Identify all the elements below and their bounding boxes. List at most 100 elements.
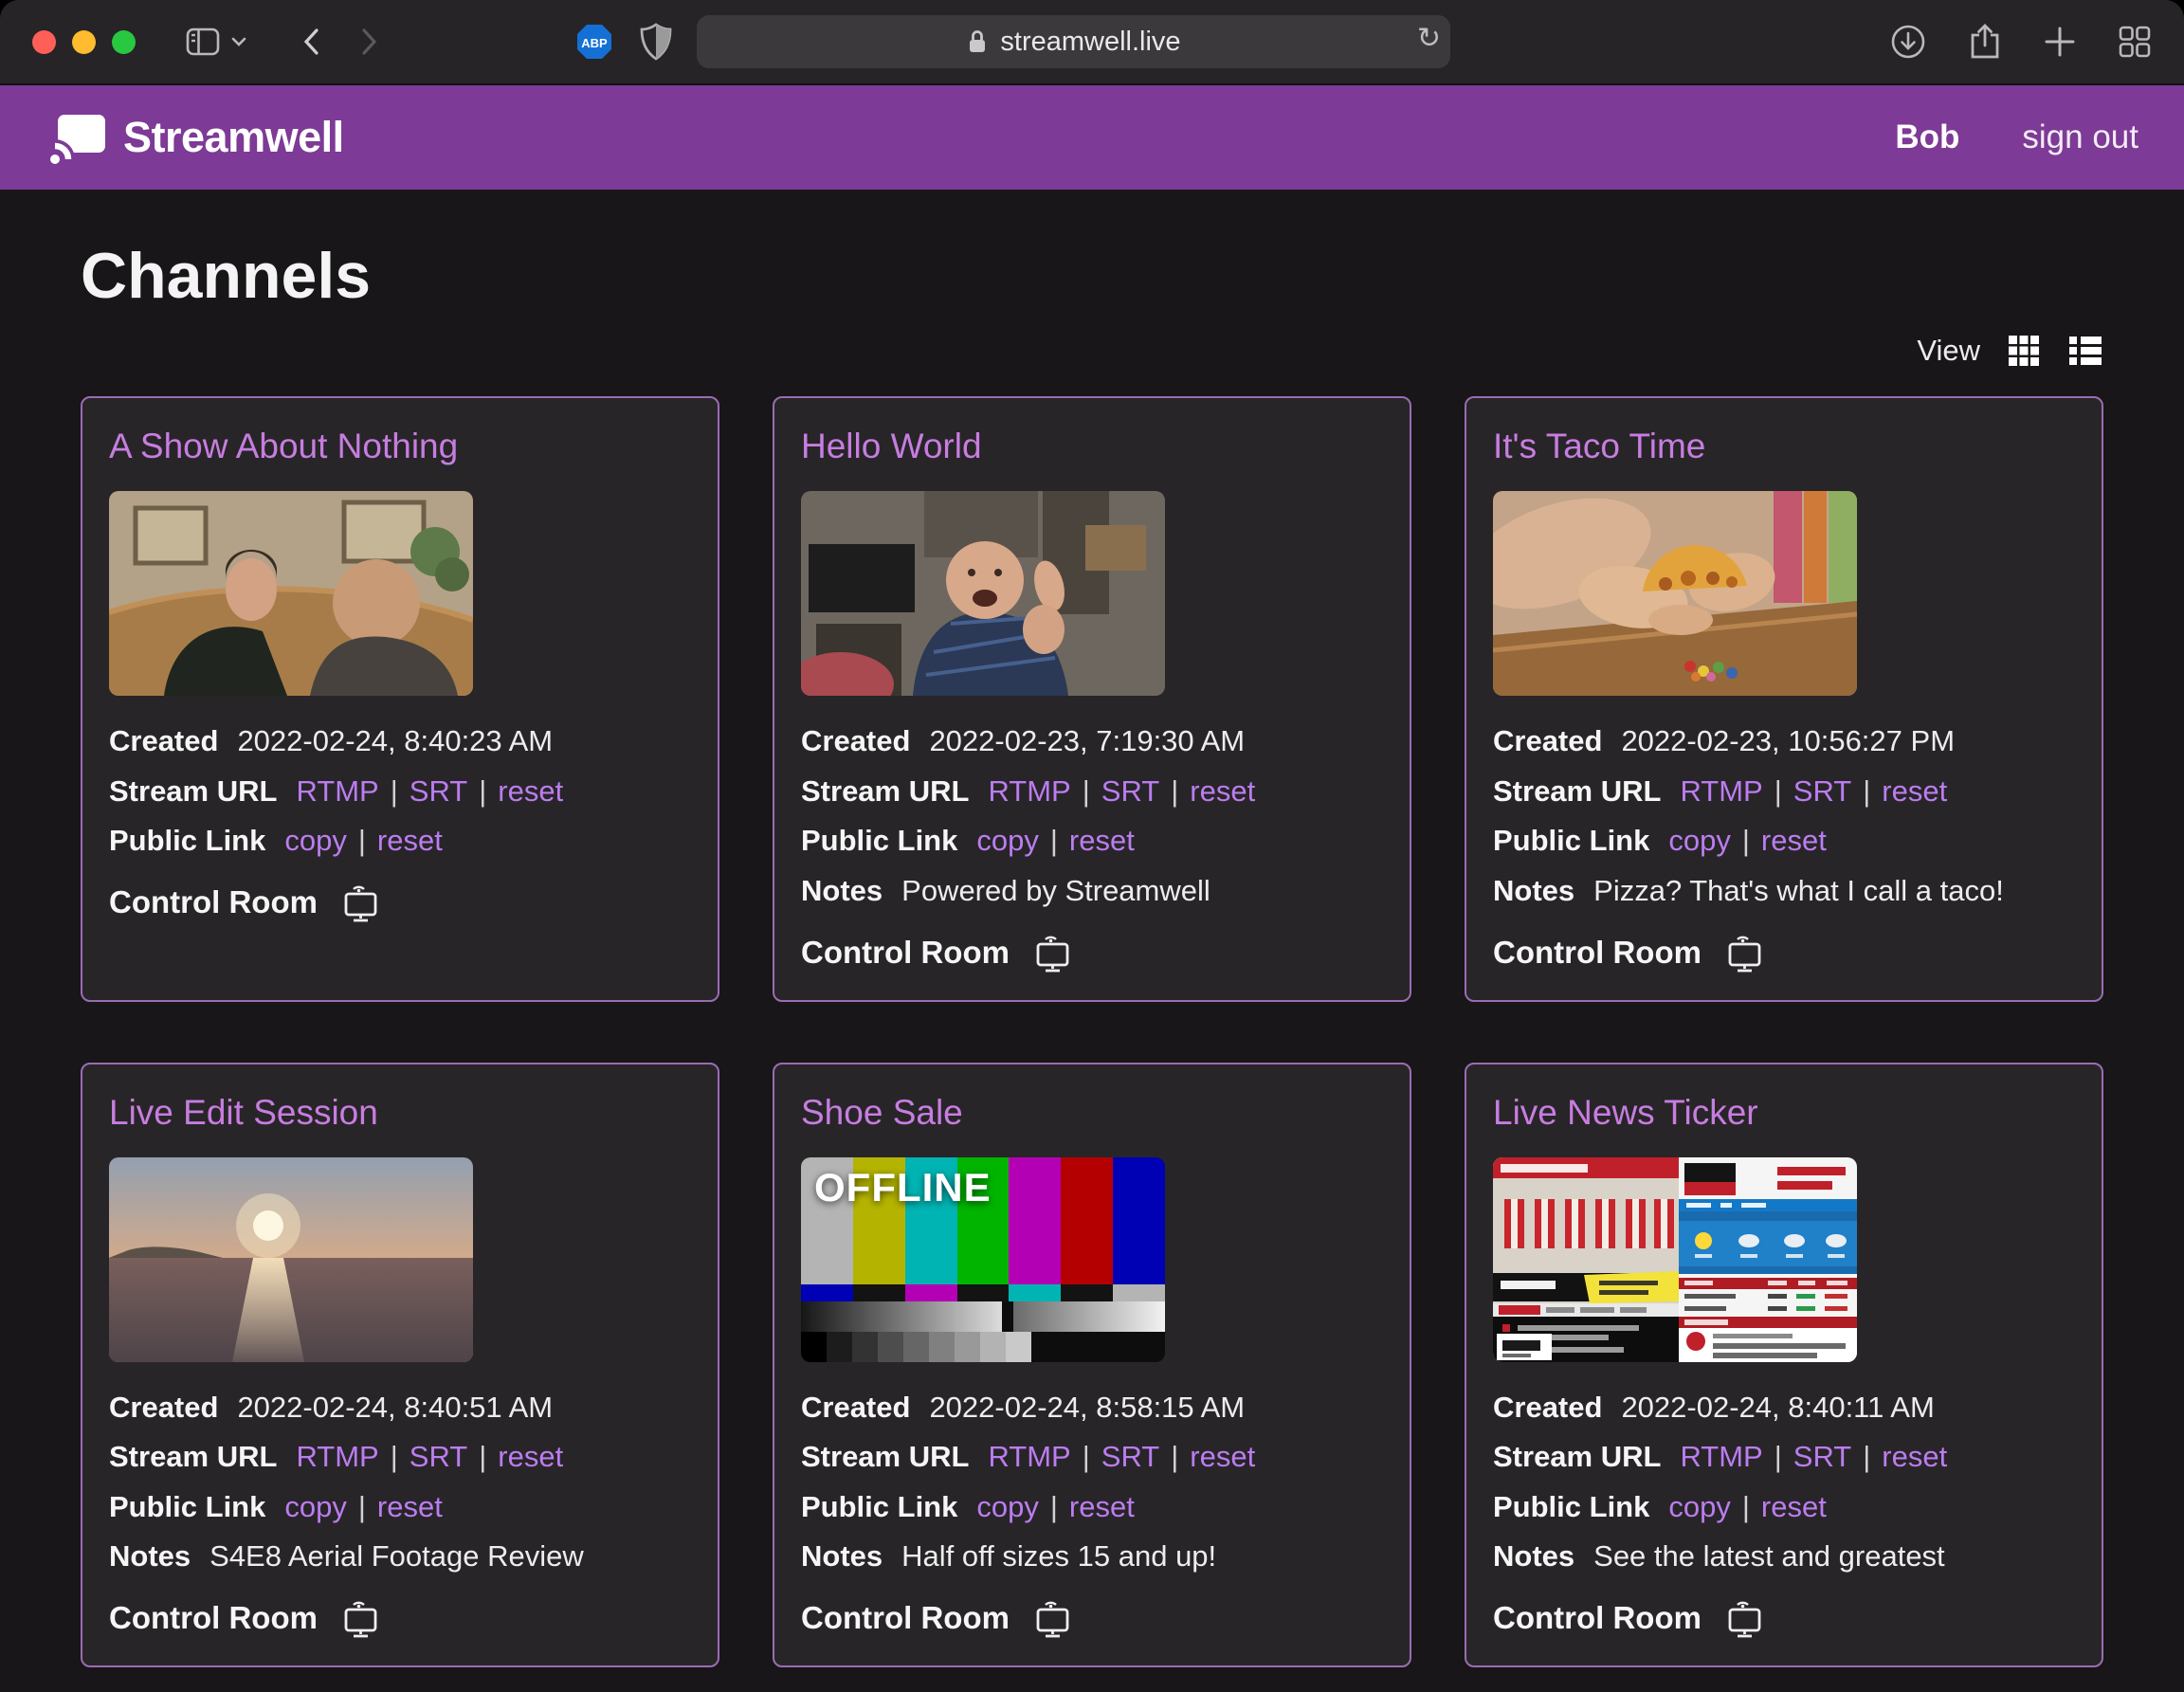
notes-value: Pizza? That's what I call a taco!: [1593, 874, 2004, 908]
created-value: 2022-02-24, 8:40:23 AM: [237, 724, 553, 758]
reload-icon[interactable]: ↻: [1417, 22, 1441, 55]
channel-title-link[interactable]: It's Taco Time: [1493, 427, 1705, 466]
grid-view-button[interactable]: [2007, 334, 2041, 368]
separator: |: [1050, 1490, 1058, 1524]
srt-link[interactable]: SRT: [1101, 1440, 1159, 1474]
control-room-monitor-icon[interactable]: [338, 1597, 382, 1639]
control-room-monitor-icon[interactable]: [1030, 1597, 1074, 1639]
user-name-link[interactable]: Bob: [1895, 118, 1959, 156]
public-link-reset-link[interactable]: reset: [377, 824, 443, 858]
zoom-window-button[interactable]: [112, 30, 136, 54]
created-label: Created: [801, 1391, 910, 1425]
sidebar-menu-chevron[interactable]: [230, 36, 247, 47]
channel-thumbnail-seinfeld-office-scene[interactable]: [109, 491, 473, 696]
rtmp-link[interactable]: RTMP: [1680, 774, 1762, 809]
new-tab-button[interactable]: [2044, 26, 2076, 58]
channel-thumbnail-hands-holding-taco[interactable]: [1493, 491, 1857, 696]
shield-extension-icon[interactable]: [640, 23, 672, 61]
share-button[interactable]: [1968, 23, 2002, 61]
rtmp-link[interactable]: RTMP: [1680, 1440, 1762, 1474]
separator: |: [391, 774, 398, 809]
separator: |: [1171, 774, 1178, 809]
notes-label: Notes: [1493, 874, 1574, 908]
view-label: View: [1917, 334, 1980, 368]
control-room-monitor-icon[interactable]: [1722, 932, 1766, 973]
smpte-reverse-bars: [801, 1284, 1165, 1301]
srt-link[interactable]: SRT: [410, 1440, 467, 1474]
rtmp-link[interactable]: RTMP: [988, 774, 1070, 809]
copy-link[interactable]: copy: [1668, 1490, 1730, 1524]
channel-thumbnail-man-pointing-webcam[interactable]: [801, 491, 1165, 696]
streamwell-cast-logo-icon: [46, 108, 108, 167]
rtmp-link[interactable]: RTMP: [988, 1440, 1070, 1474]
channel-thumbnail-offline-color-bars[interactable]: OFFLINE: [801, 1157, 1165, 1362]
copy-link[interactable]: copy: [976, 1490, 1038, 1524]
srt-link[interactable]: SRT: [1793, 774, 1851, 809]
channel-thumbnail-news-broadcast-ui[interactable]: [1493, 1157, 1857, 1362]
channel-title-link[interactable]: Shoe Sale: [801, 1093, 963, 1133]
control-room-label: Control Room: [801, 935, 1010, 971]
srt-link[interactable]: SRT: [410, 774, 467, 809]
created-label: Created: [801, 724, 910, 758]
notes-value: S4E8 Aerial Footage Review: [209, 1539, 584, 1574]
stream-url-reset-link[interactable]: reset: [1882, 1440, 1947, 1474]
sign-out-link[interactable]: sign out: [2022, 118, 2138, 156]
browser-window: ABP streamwell.live ↻: [0, 0, 2184, 1692]
stream-url-reset-link[interactable]: reset: [1190, 774, 1255, 809]
stream-url-reset-link[interactable]: reset: [498, 774, 563, 809]
stream-url-reset-link[interactable]: reset: [498, 1440, 563, 1474]
control-room-monitor-icon[interactable]: [1722, 1597, 1766, 1639]
offline-badge: OFFLINE: [814, 1165, 992, 1210]
public-link-reset-link[interactable]: reset: [1069, 1490, 1135, 1524]
rtmp-link[interactable]: RTMP: [296, 1440, 378, 1474]
copy-link[interactable]: copy: [1668, 824, 1730, 858]
minimize-window-button[interactable]: [72, 30, 96, 54]
srt-link[interactable]: SRT: [1101, 774, 1159, 809]
view-switcher: View: [81, 334, 2103, 368]
public-link-reset-link[interactable]: reset: [377, 1490, 443, 1524]
channel-title-link[interactable]: Live News Ticker: [1493, 1093, 1758, 1133]
notes-value: Powered by Streamwell: [901, 874, 1210, 908]
created-value: 2022-02-23, 7:19:30 AM: [929, 724, 1245, 758]
public-link-label: Public Link: [1493, 824, 1649, 858]
copy-link[interactable]: copy: [284, 1490, 346, 1524]
public-link-reset-link[interactable]: reset: [1069, 824, 1135, 858]
public-link-reset-link[interactable]: reset: [1761, 824, 1827, 858]
control-room-monitor-icon[interactable]: [338, 882, 382, 923]
channel-title-link[interactable]: A Show About Nothing: [109, 427, 458, 466]
created-value: 2022-02-24, 8:40:11 AM: [1621, 1391, 1934, 1425]
public-link-label: Public Link: [801, 824, 957, 858]
window-controls: [32, 30, 136, 54]
address-bar[interactable]: streamwell.live ↻: [697, 15, 1450, 68]
srt-link[interactable]: SRT: [1793, 1440, 1851, 1474]
public-link-reset-link[interactable]: reset: [1761, 1490, 1827, 1524]
copy-link[interactable]: copy: [284, 824, 346, 858]
forward-button[interactable]: [359, 26, 380, 58]
back-button[interactable]: [300, 26, 321, 58]
sidebar-toggle-button[interactable]: [185, 26, 221, 58]
separator: |: [358, 1490, 366, 1524]
public-link-label: Public Link: [801, 1490, 957, 1524]
copy-link[interactable]: copy: [976, 824, 1038, 858]
channel-card: It's Taco Time: [1465, 396, 2103, 1002]
site-header: Streamwell Bob sign out: [0, 85, 2184, 190]
control-room-monitor-icon[interactable]: [1030, 932, 1074, 973]
list-view-button[interactable]: [2067, 334, 2103, 368]
created-label: Created: [109, 724, 218, 758]
close-window-button[interactable]: [32, 30, 56, 54]
brand-home-link[interactable]: Streamwell: [46, 108, 344, 167]
notes-label: Notes: [801, 874, 883, 908]
separator: |: [358, 824, 366, 858]
tls-lock-icon: [966, 27, 989, 56]
stream-url-label: Stream URL: [109, 1440, 277, 1474]
rtmp-link[interactable]: RTMP: [296, 774, 378, 809]
stream-url-reset-link[interactable]: reset: [1190, 1440, 1255, 1474]
tab-overview-button[interactable]: [2118, 25, 2152, 59]
downloads-button[interactable]: [1890, 24, 1926, 60]
channel-thumbnail-ocean-sunset[interactable]: [109, 1157, 473, 1362]
channel-title-link[interactable]: Live Edit Session: [109, 1093, 378, 1133]
separator: |: [1774, 774, 1782, 809]
channel-title-link[interactable]: Hello World: [801, 427, 982, 466]
adblock-extension-icon[interactable]: ABP: [575, 23, 613, 61]
stream-url-reset-link[interactable]: reset: [1882, 774, 1947, 809]
